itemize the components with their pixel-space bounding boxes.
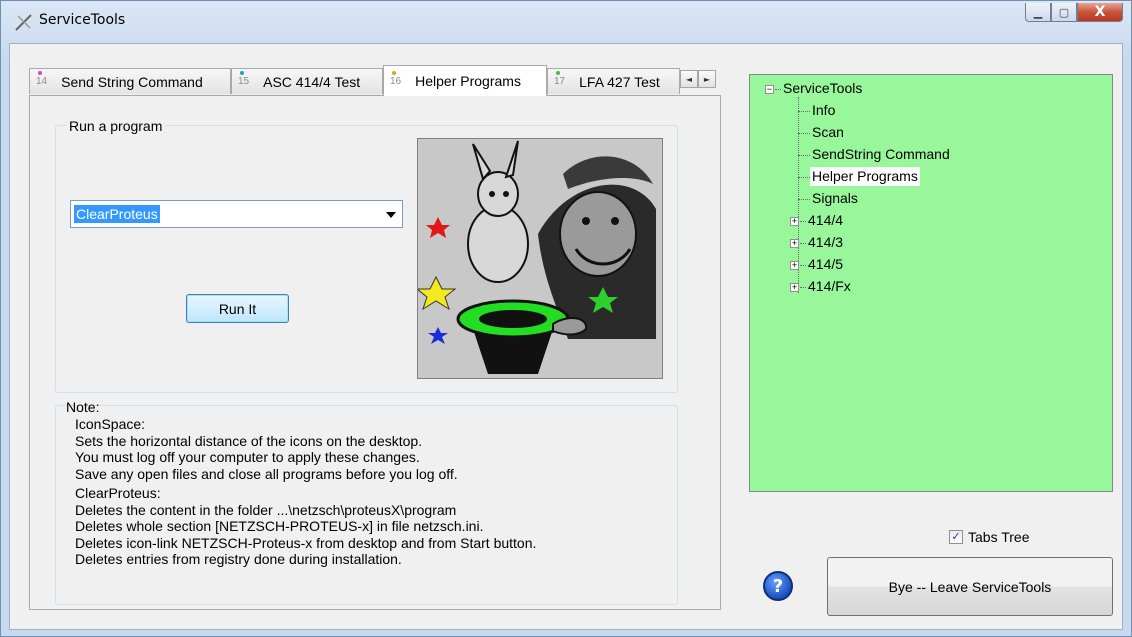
tree-item-414-3[interactable]: 414/3 bbox=[808, 233, 843, 252]
tab-number: 14 bbox=[36, 71, 48, 87]
note-line: Sets the horizontal distance of the icon… bbox=[75, 432, 423, 449]
tree-item-414-4[interactable]: 414/4 bbox=[808, 211, 843, 230]
magician-picture bbox=[417, 138, 663, 379]
window-title: ServiceTools bbox=[39, 12, 126, 28]
tab-asc-414-4-test[interactable]: 15 ASC 414/4 Test bbox=[231, 68, 383, 94]
tree-item-sendstring-command[interactable]: SendString Command bbox=[812, 145, 950, 164]
tab-scroll-right-button[interactable]: ► bbox=[698, 70, 716, 88]
tab-label: ASC 414/4 Test bbox=[263, 73, 361, 90]
note-line: Deletes whole section [NETZSCH-PROTEUS-x… bbox=[75, 518, 484, 534]
tabs-tree-checkbox[interactable]: ✓ bbox=[949, 530, 963, 544]
tree-item-signals[interactable]: Signals bbox=[812, 189, 858, 208]
tab-number: 15 bbox=[238, 71, 250, 87]
tabs-tree-label[interactable]: Tabs Tree bbox=[968, 529, 1029, 545]
note-line: Save any open files and close all progra… bbox=[75, 465, 458, 482]
navigation-tree[interactable]: − ServiceTools Info Scan SendString Comm… bbox=[749, 74, 1113, 492]
close-button[interactable]: X bbox=[1077, 3, 1123, 22]
tab-number: 17 bbox=[554, 71, 566, 87]
help-icon[interactable]: ? bbox=[763, 571, 793, 601]
expand-icon[interactable]: + bbox=[790, 217, 799, 226]
title-bar[interactable]: ServiceTools ▁ ▢ X bbox=[1, 1, 1131, 43]
caption-buttons: ▁ ▢ X bbox=[1025, 3, 1123, 25]
expand-icon[interactable]: + bbox=[790, 239, 799, 248]
question-mark-glyph: ? bbox=[772, 575, 784, 597]
tree-item-414-5[interactable]: 414/5 bbox=[808, 255, 843, 274]
expand-icon[interactable]: + bbox=[790, 261, 799, 270]
tab-scroll-buttons: ◄ ► bbox=[680, 70, 716, 88]
tree-item-helper-programs[interactable]: Helper Programs bbox=[810, 167, 920, 186]
arrow-left-icon: ◄ bbox=[685, 74, 693, 84]
tab-helper-programs[interactable]: 16 Helper Programs bbox=[383, 65, 547, 96]
tree-item-info[interactable]: Info bbox=[812, 101, 835, 120]
collapse-icon[interactable]: − bbox=[765, 85, 774, 94]
note-line: Deletes the content in the folder ...\ne… bbox=[75, 501, 457, 518]
note-line: IconSpace: bbox=[75, 416, 146, 432]
magician-rabbit-illustration bbox=[418, 139, 662, 378]
bye-leave-servicetools-button[interactable]: Bye -- Leave ServiceTools bbox=[827, 557, 1113, 616]
run-it-label: Run It bbox=[218, 300, 257, 317]
tree-item-414-fx[interactable]: 414/Fx bbox=[808, 277, 851, 296]
note-line: ClearProteus: bbox=[75, 485, 161, 501]
program-select[interactable]: ClearProteus bbox=[70, 200, 403, 228]
program-select-value: ClearProteus bbox=[74, 205, 160, 223]
tab-number: 16 bbox=[390, 70, 402, 87]
tab-label: Send String Command bbox=[61, 73, 203, 90]
tab-label: Helper Programs bbox=[415, 73, 521, 89]
tree-item-scan[interactable]: Scan bbox=[812, 123, 844, 142]
minimize-button[interactable]: ▁ bbox=[1025, 3, 1051, 22]
note-label: Note: bbox=[66, 399, 100, 415]
tab-lfa-427-test[interactable]: 17 LFA 427 Test bbox=[547, 68, 680, 94]
maximize-icon: ▢ bbox=[1058, 5, 1070, 19]
maximize-button[interactable]: ▢ bbox=[1051, 3, 1077, 22]
tab-label: LFA 427 Test bbox=[579, 73, 660, 90]
close-icon: X bbox=[1094, 4, 1106, 20]
bye-button-label: Bye -- Leave ServiceTools bbox=[888, 578, 1052, 595]
tree-root-servicetools[interactable]: ServiceTools bbox=[783, 79, 862, 98]
note-line: Deletes icon-link NETZSCH-Proteus-x from… bbox=[75, 534, 537, 551]
arrow-right-icon: ► bbox=[703, 74, 711, 84]
tab-scroll-left-button[interactable]: ◄ bbox=[680, 70, 698, 88]
note-text: IconSpace: Sets the horizontal distance … bbox=[75, 416, 536, 568]
app-wand-icon bbox=[15, 14, 32, 31]
note-line: You must log off your computer to apply … bbox=[75, 449, 420, 465]
expand-icon[interactable]: + bbox=[790, 283, 799, 292]
run-program-group-label: Run a program bbox=[66, 118, 166, 134]
minimize-icon: ▁ bbox=[1033, 5, 1043, 19]
note-line: Deletes entries from registry done durin… bbox=[75, 551, 402, 567]
tab-send-string-command[interactable]: 14 Send String Command bbox=[29, 68, 231, 94]
chevron-down-icon[interactable] bbox=[386, 212, 396, 218]
run-it-button[interactable]: Run It bbox=[186, 294, 289, 323]
